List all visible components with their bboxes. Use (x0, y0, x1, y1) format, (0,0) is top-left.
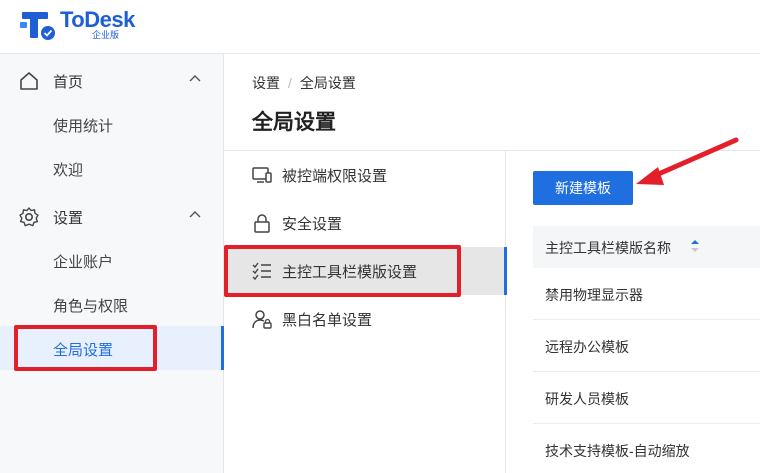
settings-subnav: 被控端权限设置 安全设置 主控工具栏模版设置 黑白名单设置 (224, 151, 507, 473)
table-row[interactable]: 远程办公模板 (533, 320, 760, 372)
subnav-item-label: 黑白名单设置 (282, 312, 373, 329)
template-panel: 新建模板 主控工具栏模版名称 禁用物理显示器 远程办公模板 研发人员模板 技术支… (507, 151, 760, 473)
breadcrumb-current: 全局设置 (299, 75, 356, 91)
sidebar-item-roles-permissions[interactable]: 角色与权限 (0, 282, 224, 326)
monitor-icon (251, 164, 273, 186)
home-icon (18, 70, 40, 92)
subnav-item-label: 安全设置 (282, 216, 343, 233)
sidebar-item-label: 角色与权限 (53, 298, 129, 315)
sidebar-item-label: 欢迎 (53, 162, 84, 179)
template-name-cell: 远程办公模板 (545, 339, 629, 355)
subnav-item-security[interactable]: 安全设置 (224, 199, 506, 247)
sidebar-item-welcome[interactable]: 欢迎 (0, 146, 224, 190)
table-header: 主控工具栏模版名称 (533, 226, 760, 268)
table-row[interactable]: 禁用物理显示器 (533, 268, 760, 320)
breadcrumb-parent[interactable]: 设置 (252, 75, 280, 91)
chevron-up-icon[interactable] (186, 70, 204, 88)
sidebar-item-enterprise-account[interactable]: 企业账户 (0, 238, 224, 282)
sidebar-item-usage-stats[interactable]: 使用统计 (0, 102, 224, 146)
highlight-box-global-settings (14, 325, 157, 371)
template-name-cell: 技术支持模板-自动缩放 (545, 443, 690, 459)
subnav-item-label: 被控端权限设置 (282, 168, 388, 185)
annotation-arrow-icon (636, 137, 739, 185)
subnav-item-controlled-permissions[interactable]: 被控端权限设置 (224, 151, 506, 199)
todesk-logo-icon (20, 8, 56, 42)
chevron-up-icon[interactable] (186, 206, 204, 224)
column-header-template-name[interactable]: 主控工具栏模版名称 (545, 238, 671, 258)
gear-icon (18, 206, 40, 228)
highlight-box-toolbar-template (224, 245, 461, 297)
subnav-item-blacklist-whitelist[interactable]: 黑白名单设置 (224, 295, 506, 343)
template-name-cell: 禁用物理显示器 (545, 287, 643, 303)
sidebar-group-settings[interactable]: 设置 (0, 194, 224, 238)
table-row[interactable]: 技术支持模板-自动缩放 (533, 424, 760, 473)
user-lock-icon (251, 308, 273, 330)
page-title: 全局设置 (252, 111, 336, 134)
lock-icon (251, 212, 273, 234)
breadcrumb-separator: / (288, 75, 292, 91)
breadcrumb: 设置 / 全局设置 (252, 73, 356, 93)
sidebar-item-label: 使用统计 (53, 118, 114, 135)
sidebar-group-label: 设置 (53, 210, 84, 227)
sort-icon[interactable] (689, 237, 701, 255)
sidebar-group-label: 首页 (53, 74, 84, 91)
template-name-cell: 研发人员模板 (545, 391, 629, 407)
new-template-button[interactable]: 新建模板 (533, 171, 633, 205)
sidebar-item-label: 企业账户 (53, 254, 114, 271)
sidebar-group-home[interactable]: 首页 (0, 58, 224, 102)
sidebar: 首页 使用统计 欢迎 设置 企业账户 角色与权限 全局设置 (0, 54, 224, 473)
edition-label: 企业版 (92, 30, 120, 40)
table-row[interactable]: 研发人员模板 (533, 372, 760, 424)
top-bar: ToDesk 企业版 (0, 0, 760, 54)
